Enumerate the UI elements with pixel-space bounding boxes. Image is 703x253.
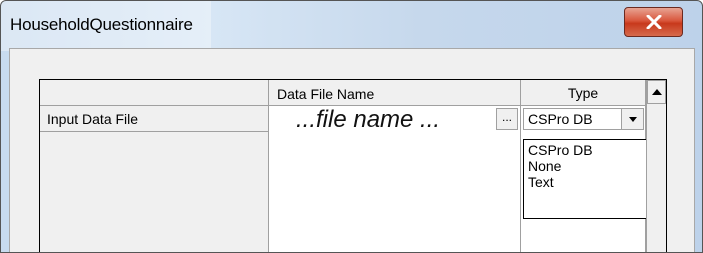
dropdown-option-text[interactable]: Text [528, 174, 554, 190]
close-button[interactable] [624, 7, 683, 37]
column-header-type: Type [521, 80, 646, 106]
browse-file-button[interactable]: ... [496, 108, 518, 130]
data-files-grid: Data File Name Type Input Data File ...f… [39, 79, 667, 252]
dropdown-option-cspro-db[interactable]: CSPro DB [528, 142, 593, 158]
arrow-up-icon [651, 89, 662, 95]
row-header-input-data-file: Input Data File [40, 106, 269, 132]
type-cell: CSPro DB CSPro DB None Text [521, 106, 652, 252]
file-name-text[interactable]: ...file name ... [296, 106, 440, 134]
combobox-dropdown-button[interactable] [621, 109, 643, 129]
close-x-icon [646, 15, 661, 29]
type-combobox[interactable]: CSPro DB [523, 108, 644, 130]
dialog-client-area: Data File Name Type Input Data File ...f… [9, 48, 695, 252]
chevron-down-icon [628, 116, 637, 122]
row-header-empty-area [40, 132, 269, 252]
grid-corner-header [40, 80, 269, 106]
vertical-scrollbar[interactable] [646, 80, 666, 252]
scroll-up-button[interactable] [647, 80, 666, 104]
column-header-data-file-name: Data File Name [269, 80, 521, 106]
type-dropdown-list: CSPro DB None Text [523, 139, 652, 219]
data-file-name-cell[interactable]: ...file name ... ... [269, 106, 521, 252]
dropdown-option-none[interactable]: None [528, 158, 561, 174]
dialog-window: HouseholdQuestionnaire Data File Name Ty… [0, 0, 703, 253]
type-combobox-value: CSPro DB [528, 111, 593, 127]
window-title: HouseholdQuestionnaire [10, 15, 193, 34]
